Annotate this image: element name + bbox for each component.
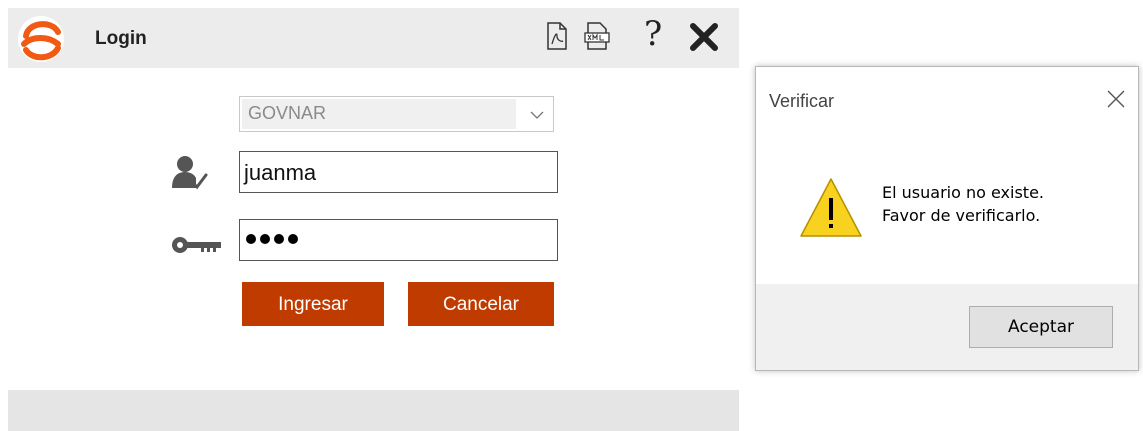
close-icon[interactable] xyxy=(689,22,719,57)
dialog-message: El usuario no existe. Favor de verificar… xyxy=(882,181,1044,227)
organization-value-box: GOVNAR xyxy=(242,99,516,129)
dialog-title: Verificar xyxy=(769,91,835,111)
password-dot xyxy=(288,234,298,244)
password-dot xyxy=(274,234,284,244)
title-bar: Login ? xyxy=(8,8,739,68)
user-icon xyxy=(170,154,208,195)
password-field[interactable] xyxy=(239,219,558,261)
verify-dialog: Verificar El usuario no existe. Favor de… xyxy=(755,66,1139,371)
close-icon[interactable] xyxy=(1106,89,1126,114)
pdf-icon[interactable] xyxy=(546,22,568,55)
warning-icon xyxy=(798,176,864,245)
dialog-footer: Aceptar xyxy=(756,284,1138,370)
organization-select[interactable]: GOVNAR xyxy=(239,96,554,132)
password-dot xyxy=(260,234,270,244)
username-value: juanma xyxy=(244,160,317,185)
login-window: Login ? GOVNAR juanma Ingresar Cancelar xyxy=(8,8,739,431)
chevron-down-icon[interactable] xyxy=(530,107,544,125)
key-icon xyxy=(171,235,223,260)
ingresar-button[interactable]: Ingresar xyxy=(242,282,384,326)
app-logo xyxy=(18,16,64,62)
help-icon[interactable]: ? xyxy=(644,14,662,54)
username-field[interactable]: juanma xyxy=(239,151,558,193)
window-title: Login xyxy=(95,28,147,49)
password-dot xyxy=(246,234,256,244)
aceptar-button[interactable]: Aceptar xyxy=(969,306,1113,348)
xml-icon[interactable] xyxy=(584,22,610,55)
organization-value: GOVNAR xyxy=(248,103,327,123)
status-bar xyxy=(8,390,739,431)
message-line: Favor de verificarlo. xyxy=(882,206,1041,225)
message-line: El usuario no existe. xyxy=(882,183,1044,202)
cancelar-button[interactable]: Cancelar xyxy=(408,282,554,326)
password-mask xyxy=(246,234,298,244)
